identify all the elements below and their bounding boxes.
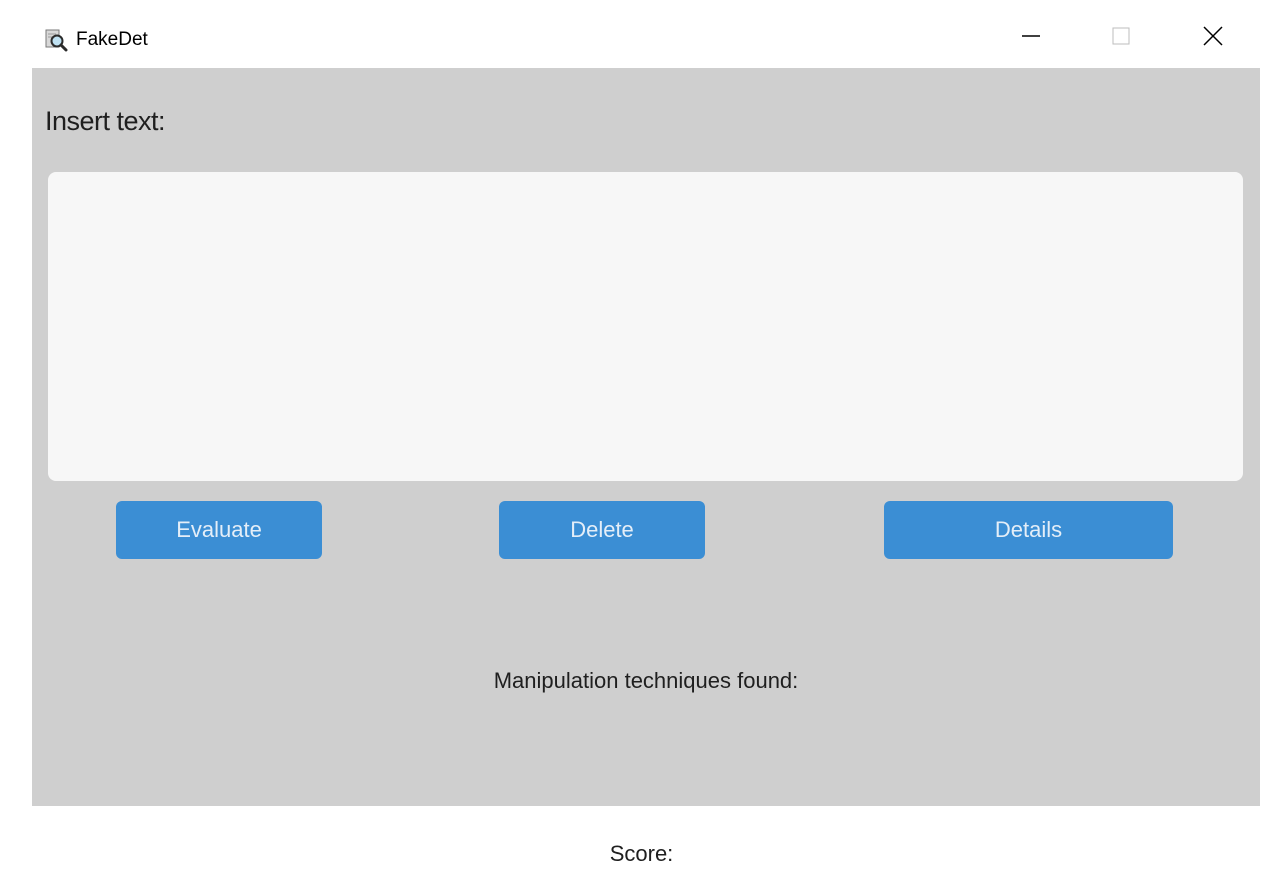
manipulation-techniques-label: Manipulation techniques found: <box>493 668 799 693</box>
title-bar[interactable]: FakeDet <box>0 0 1269 68</box>
magnifier-document-icon <box>44 28 68 52</box>
close-icon <box>1202 25 1224 52</box>
main-panel: Insert text: Evaluate Delete Details Man… <box>32 68 1260 806</box>
close-button[interactable] <box>1190 18 1236 58</box>
minimize-icon <box>1020 25 1042 52</box>
score-label: Score: <box>609 841 674 866</box>
minimize-button[interactable] <box>1008 18 1054 58</box>
details-button[interactable]: Details <box>884 501 1173 559</box>
delete-button[interactable]: Delete <box>499 501 705 559</box>
window-title: FakeDet <box>76 29 148 50</box>
maximize-button[interactable] <box>1098 18 1144 58</box>
insert-text-label: Insert text: <box>45 106 166 136</box>
evaluate-button[interactable]: Evaluate <box>116 501 322 559</box>
app-window: FakeDet Insert text: Evaluate Delete Det <box>0 0 1269 873</box>
text-input[interactable] <box>48 172 1243 481</box>
maximize-icon <box>1110 25 1132 52</box>
